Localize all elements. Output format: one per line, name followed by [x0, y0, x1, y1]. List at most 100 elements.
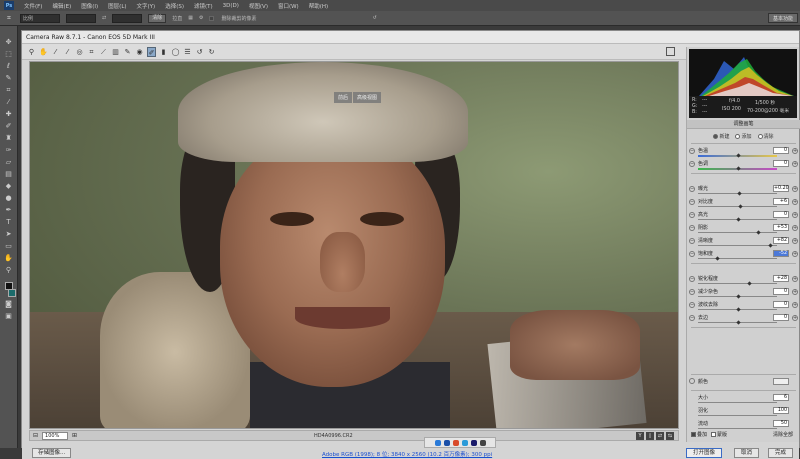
zoom-out-icon[interactable]: ⊟ — [33, 432, 38, 439]
save-image-button[interactable]: 存储图像... — [32, 448, 72, 458]
menu-type[interactable]: 文字(Y) — [137, 2, 156, 10]
eraser-tool-icon[interactable]: ▱ — [4, 158, 14, 167]
minus-icon[interactable]: − — [689, 289, 695, 295]
menu-help[interactable]: 帮助(H) — [309, 2, 328, 10]
menu-file[interactable]: 文件(F) — [24, 2, 42, 10]
adjustment-brush-icon[interactable]: ✐ — [147, 46, 156, 57]
menu-filter[interactable]: 滤镜(T) — [194, 2, 213, 10]
swap-icon[interactable]: ⇄ — [102, 15, 106, 21]
blur-tool-icon[interactable]: ◆ — [4, 182, 14, 191]
slider-value-field[interactable]: -52 — [773, 250, 789, 257]
slider-value-field[interactable]: 0 — [773, 301, 789, 308]
slider-track[interactable] — [698, 245, 777, 246]
slider-value-field[interactable]: +0.20 — [773, 185, 789, 192]
plus-icon[interactable]: + — [792, 212, 798, 218]
rotate-right-icon[interactable]: ↻ — [207, 47, 216, 57]
pen-tool-icon[interactable]: ✒ — [4, 206, 14, 215]
minus-icon[interactable]: − — [689, 238, 695, 244]
slider-value-field[interactable]: 0 — [773, 147, 789, 154]
dodge-tool-icon[interactable]: ● — [4, 194, 14, 203]
plus-icon[interactable]: + — [792, 251, 798, 257]
crop-icon[interactable]: ⌗ — [87, 47, 96, 57]
slider-thumb[interactable] — [738, 204, 743, 209]
straighten-icon[interactable]: ⟋ — [99, 47, 108, 57]
slider-value-field[interactable]: 0 — [773, 211, 789, 218]
menu-edit[interactable]: 编辑(E) — [52, 2, 71, 10]
plus-icon[interactable]: + — [792, 276, 798, 282]
rotate-left-icon[interactable]: ↺ — [195, 47, 204, 57]
view-swap-icon[interactable]: ⇄ — [656, 431, 664, 440]
gear-icon[interactable]: ⚙ — [199, 15, 203, 21]
screen-mode-icon[interactable]: ▣ — [4, 312, 14, 321]
white-balance-icon[interactable]: ⁄ — [51, 47, 60, 57]
plus-icon[interactable]: + — [792, 148, 798, 154]
overlay-option[interactable]: 叠加 — [691, 431, 707, 438]
taskbar-app-icon[interactable] — [461, 439, 468, 446]
minus-icon[interactable]: − — [689, 251, 695, 257]
mode-add-option[interactable]: 添加 — [735, 133, 752, 140]
clear-all-button[interactable]: 清除全部 — [773, 431, 793, 438]
clear-button[interactable]: 清除 — [148, 13, 167, 23]
plus-icon[interactable]: + — [792, 238, 798, 244]
minus-icon[interactable]: − — [689, 199, 695, 205]
plus-icon[interactable]: + — [792, 225, 798, 231]
color-sampler-icon[interactable]: ⁄ — [63, 47, 72, 57]
slider-thumb[interactable] — [768, 243, 773, 248]
slider-value-field[interactable]: +28 — [773, 275, 789, 282]
grid-overlay-icon[interactable]: ▦ — [188, 15, 193, 21]
taskbar-app-icon[interactable] — [479, 439, 486, 446]
slider-track[interactable] — [698, 283, 777, 284]
brush-tool-icon[interactable]: ✐ — [4, 122, 14, 131]
history-brush-tool-icon[interactable]: ✑ — [4, 146, 14, 155]
gradient-tool-icon[interactable]: ▤ — [4, 170, 14, 179]
mask-option[interactable]: 蒙版 — [711, 431, 727, 438]
taskbar-app-icon[interactable] — [434, 439, 441, 446]
view-copy-icon[interactable]: ⇆ — [666, 431, 674, 440]
lasso-tool-icon[interactable]: ℓ — [4, 62, 14, 71]
minus-icon[interactable]: − — [689, 186, 695, 192]
quick-mask-icon[interactable]: ◙ — [4, 300, 14, 309]
view-left-right-icon[interactable]: ▯ — [646, 431, 654, 440]
width-field[interactable] — [66, 13, 96, 23]
slider-thumb[interactable] — [715, 256, 720, 261]
minus-icon[interactable]: − — [689, 148, 695, 154]
done-button[interactable]: 完成 — [768, 448, 794, 458]
slider-value-field[interactable]: +82 — [773, 237, 789, 244]
stamp-tool-icon[interactable]: ♜ — [4, 134, 14, 143]
plus-icon[interactable]: + — [792, 199, 798, 205]
transform-icon[interactable]: ▥ — [111, 47, 120, 57]
fullscreen-icon[interactable] — [666, 47, 675, 56]
brush-value-field[interactable]: 6 — [773, 394, 789, 401]
brush-track[interactable] — [698, 415, 777, 416]
reset-icon[interactable]: ↺ — [372, 15, 376, 21]
shape-tool-icon[interactable]: ▭ — [4, 242, 14, 251]
plus-icon[interactable]: + — [792, 302, 798, 308]
essentials-workspace-button[interactable]: 基本功能 — [767, 13, 798, 23]
menu-layer[interactable]: 图层(L) — [108, 2, 126, 10]
minus-icon[interactable]: − — [689, 212, 695, 218]
slider-thumb[interactable] — [735, 217, 741, 222]
menu-3d[interactable]: 3D(D) — [223, 3, 239, 9]
slider-value-field[interactable]: 0 — [773, 314, 789, 321]
taskbar-app-icon[interactable] — [452, 439, 459, 446]
eyedropper-tool-icon[interactable]: ⁄ — [4, 98, 14, 107]
mode-new-option[interactable]: 新建 — [713, 133, 729, 140]
zoom-icon[interactable]: ⚲ — [27, 47, 36, 57]
path-select-tool-icon[interactable]: ➤ — [4, 230, 14, 239]
slider-thumb[interactable] — [746, 281, 752, 286]
zoom-tool-icon[interactable]: ⚲ — [4, 266, 14, 275]
brush-value-field[interactable]: 100 — [773, 407, 789, 414]
height-field[interactable] — [112, 13, 143, 23]
advanced-view-tab[interactable]: 高级视图 — [353, 92, 382, 103]
taskbar-app-icon[interactable] — [443, 439, 450, 446]
slider-value-field[interactable]: +53 — [773, 224, 789, 231]
menu-image[interactable]: 图像(I) — [81, 2, 98, 10]
slider-value-field[interactable]: 0 — [773, 288, 789, 295]
color-minus-icon[interactable] — [689, 378, 695, 384]
taskbar-app-icon[interactable] — [470, 439, 477, 446]
crop-tool-icon[interactable]: ⌗ — [4, 86, 14, 95]
background-color-swatch[interactable] — [7, 289, 16, 297]
slider-thumb[interactable] — [735, 320, 741, 325]
red-eye-icon[interactable]: ◉ — [135, 47, 144, 57]
zoom-in-icon[interactable]: ⊞ — [72, 432, 77, 439]
